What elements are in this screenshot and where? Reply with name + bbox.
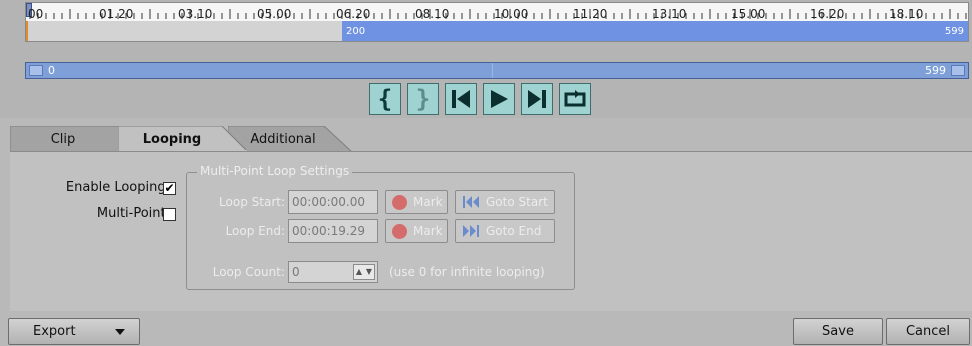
enable-looping-checkbox[interactable]: ✔: [163, 182, 176, 195]
mark-end-label: Mark: [413, 224, 443, 238]
loop-count-field[interactable]: 0 ▲ ▼: [288, 261, 378, 283]
ruler-tick-label: 05.00: [257, 7, 292, 21]
scroll-divider: [492, 63, 493, 78]
mark-end-button[interactable]: Mark: [385, 219, 448, 243]
group-title: Multi-Point Loop Settings: [197, 164, 353, 178]
cancel-button[interactable]: Cancel: [886, 318, 970, 345]
ruler-tick-label: 10.00: [494, 7, 529, 21]
bottom-bar: Export Save Cancel: [0, 314, 972, 346]
skip-back-icon: [452, 90, 470, 108]
timeline-scrollbar[interactable]: 0 599: [25, 62, 969, 79]
set-loop-end-button[interactable]: }: [407, 83, 439, 115]
cancel-label: Cancel: [905, 324, 951, 339]
enable-looping-label: Enable Looping:: [65, 180, 170, 195]
ruler-tick-label: 18.10: [889, 7, 924, 21]
spin-up-icon[interactable]: ▲: [354, 265, 364, 279]
play-button[interactable]: [483, 83, 515, 115]
tab-additional-label: Additional: [250, 131, 316, 147]
goto-start-button[interactable]: Goto Start: [455, 190, 555, 214]
loop-icon: [564, 90, 586, 107]
timeline-area: 200 599 00 01.20 03.10 05.00 06.20 08.10 10.00…: [0, 0, 972, 118]
loop-toggle-button[interactable]: [559, 83, 591, 115]
record-dot-icon: [392, 194, 407, 210]
set-loop-start-button[interactable]: {: [369, 83, 401, 115]
loop-start-label: Loop Start:: [219, 195, 285, 209]
loop-count-spinner[interactable]: ▲ ▼: [353, 264, 375, 280]
ruler-tick-label: 06.20: [336, 7, 371, 21]
mark-start-button[interactable]: Mark: [385, 190, 448, 214]
multipoint-label: Multi-Point:: [96, 206, 170, 221]
ruler-tick-label: 00: [28, 7, 44, 21]
skip-to-end-button[interactable]: [521, 83, 553, 115]
goto-end-button[interactable]: Goto End: [455, 219, 555, 243]
selection-start-label: 200: [346, 26, 366, 37]
scroll-left-handle[interactable]: [29, 65, 43, 76]
tab-bar: Clip Additional Looping: [0, 126, 972, 152]
play-icon: [491, 90, 508, 108]
scroll-start-label: 0: [48, 64, 55, 77]
export-button[interactable]: Export: [8, 318, 140, 345]
export-label: Export: [33, 324, 76, 339]
spin-down-icon[interactable]: ▼: [364, 265, 374, 279]
timeline-ruler[interactable]: 200 599 00 01.20 03.10 05.00 06.20 08.10 10.00…: [25, 2, 969, 42]
caret-down-icon: [115, 329, 125, 335]
loop-end-label: Loop End:: [225, 224, 285, 238]
timeline-track[interactable]: 200 599: [26, 21, 968, 41]
ruler-tick-label: 16.20: [810, 7, 845, 21]
ruler-tick-label: 11.20: [573, 7, 608, 21]
scroll-end-label: 599: [925, 64, 946, 77]
save-button[interactable]: Save: [793, 318, 883, 345]
selected-range[interactable]: 200 599: [342, 21, 968, 41]
multipoint-settings-group: Multi-Point Loop Settings Loop Start: 00…: [186, 164, 575, 290]
goto-end-label: Goto End: [486, 224, 542, 238]
ruler-tick-label: 01.20: [99, 7, 134, 21]
transport-controls: { }: [369, 83, 591, 115]
skip-to-start-button[interactable]: [445, 83, 477, 115]
skip-forward-icon: [528, 90, 546, 108]
loop-start-field[interactable]: 00:00:00.00: [288, 190, 378, 214]
loop-end-field[interactable]: 00:00:19.29: [288, 219, 378, 243]
scroll-right-handle[interactable]: [951, 65, 965, 76]
ruler-tick-label: 03.10: [178, 7, 213, 21]
loop-count-value: 0: [292, 265, 300, 279]
selection-end-label: 599: [944, 26, 964, 37]
save-label: Save: [822, 324, 854, 339]
ruler-tick-label: 13.10: [652, 7, 687, 21]
record-dot-icon: [392, 223, 407, 239]
tab-looping[interactable]: Looping: [118, 126, 248, 152]
loop-count-hint: (use 0 for infinite looping): [389, 265, 545, 279]
tab-looping-label: Looping: [142, 131, 202, 147]
goto-start-label: Goto Start: [486, 195, 548, 209]
ruler-tick-label: 15.00: [731, 7, 766, 21]
skip-forward-icon: [463, 225, 479, 237]
looping-panel: Enable Looping: ✔ Multi-Point: Multi-Poi…: [10, 151, 972, 311]
ruler-tick-label: 08.10: [415, 7, 450, 21]
unselected-range: [26, 21, 342, 41]
loop-count-label: Loop Count:: [212, 265, 285, 279]
brace-close-icon: }: [415, 85, 431, 113]
multipoint-checkbox[interactable]: [163, 208, 176, 221]
mark-start-label: Mark: [413, 195, 443, 209]
skip-back-icon: [463, 196, 479, 208]
tab-clip-label: Clip: [50, 131, 76, 147]
brace-open-icon: {: [377, 85, 393, 113]
